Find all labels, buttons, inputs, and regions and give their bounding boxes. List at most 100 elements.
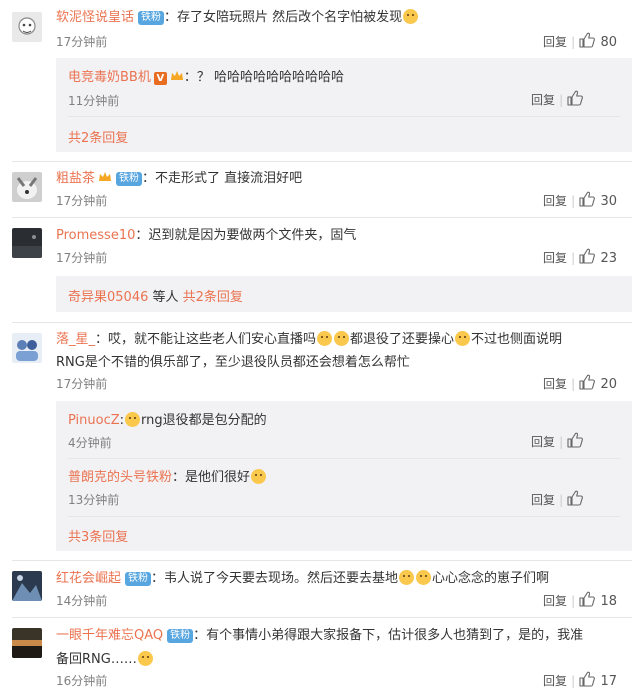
reply-user[interactable]: 奇异果05046 [68,290,148,305]
like-count: 17 [600,674,618,689]
thumbs-up-icon [579,374,596,390]
divider [68,116,620,117]
reply-button[interactable]: 回复 [543,674,567,688]
fan-badge: 铁粉 [167,629,194,643]
emoji-icon [416,570,432,585]
avatar[interactable] [12,628,42,658]
reply-button[interactable]: 回复 [543,35,567,49]
actions: 回复 | 80 [543,32,617,50]
comment-line: 一眼千年难忘QAQ 铁粉 ：有个事情小弟得跟大家报备下，估计很多人也猜到了，是的，我… [56,624,583,643]
more-replies-link[interactable]: 共3条回复 [68,526,128,545]
comment-text: ：？ 哈哈哈哈哈哈哈哈哈哈 [183,70,344,85]
reply-button[interactable]: 回复 [543,594,567,608]
like-button[interactable] [567,90,584,108]
thumbs-up-icon [579,671,596,687]
fan-badge: 铁粉 [125,572,152,586]
timestamp: 17分钟前 [56,194,108,208]
username[interactable]: 落_星_ [56,332,95,347]
divider [12,617,632,618]
like-count: 30 [600,194,618,209]
thumbs-up-icon [579,591,596,607]
like-button[interactable]: 17 [579,671,618,689]
like-button[interactable] [567,490,584,508]
username[interactable]: Promesse10 [56,228,135,243]
fan-badge: 铁粉 [116,172,143,186]
username[interactable]: 一眼千年难忘QAQ [56,628,163,643]
emoji-icon [125,412,141,427]
username[interactable]: 软泥怪说皇话 [56,10,134,25]
comment-text: ：哎，就不能让这些老人们安心直播吗 [95,332,317,347]
like-button[interactable] [567,432,584,450]
emoji-icon [399,570,415,585]
actions: 回复 | [531,432,584,450]
username[interactable]: 红花会崛起 [56,571,121,586]
fan-badge: 铁粉 [138,11,165,25]
comment-text: RNG是个不错的俱乐部了，至少退役队员都还会想着怎么帮忙 [56,355,410,370]
comment-line: 落_星_：哎，就不能让这些老人们安心直播吗 都退役了还要操心 不过也侧面说明 [56,331,563,347]
timestamp: 11分钟前 [68,94,120,108]
actions: 回复 | 18 [543,591,617,609]
comment-line: Promesse10：迟到就是因为要做两个文件夹，固气 [56,224,356,243]
reply-button[interactable]: 回复 [543,251,567,265]
emoji-icon [251,469,267,484]
like-button[interactable]: 23 [579,248,618,266]
username[interactable]: 普朗克的头号铁粉 [68,470,172,485]
like-button[interactable]: 80 [579,32,618,50]
like-button[interactable]: 18 [579,591,618,609]
timestamp: 16分钟前 [56,674,108,688]
comment-text: ：迟到就是因为要做两个文件夹，固气 [135,228,357,243]
timestamp: 17分钟前 [56,377,108,391]
reply-button[interactable]: 回复 [531,493,555,507]
emoji-icon [403,9,419,24]
reply-button[interactable]: 回复 [531,93,555,107]
comment-text: rng退役都是包分配的 [141,413,267,428]
thumbs-up-icon [567,432,584,448]
comment-text: ：韦人说了今天要去现场。然后还要去基地 [151,571,399,586]
like-count: 18 [600,594,618,609]
comment-line: 红花会崛起 铁粉 ：韦人说了今天要去现场。然后还要去基地 心心念念的崽子们啊 [56,570,550,586]
like-count: 20 [600,377,618,392]
actions: 回复 | 20 [543,374,617,392]
thumbs-up-icon [579,248,596,264]
thumbs-up-icon [567,90,584,106]
crown-icon [99,172,112,181]
username[interactable]: 电竞毒奶BB机 [68,70,151,85]
username[interactable]: 粗盐茶 [56,171,95,186]
avatar[interactable] [12,12,42,42]
like-count: 80 [600,35,618,50]
emoji-icon [317,331,333,346]
sub-comment-line: PinuocZ: rng退役都是包分配的 [68,412,267,428]
reply-button[interactable]: 回复 [531,435,555,449]
like-button[interactable]: 20 [579,374,618,392]
comment-line: 软泥怪说皇话 铁粉 ：存了女陪玩照片 然后改个名字怕被发现 [56,6,419,25]
crown-icon [170,71,183,80]
emoji-icon [137,651,153,666]
avatar[interactable] [12,333,42,363]
divider [68,458,620,459]
verified-badge: V [153,72,167,85]
more-replies-link[interactable]: 奇异果05046 等人 共2条回复 [68,286,243,305]
divider [12,322,632,323]
thumbs-up-icon [567,490,584,506]
timestamp: 13分钟前 [68,493,120,507]
avatar[interactable] [12,571,42,601]
like-button[interactable]: 30 [579,191,618,209]
thumbs-up-icon [579,191,596,207]
actions: 回复 | 17 [543,671,617,689]
divider [12,217,632,218]
username[interactable]: PinuocZ [68,413,120,428]
timestamp: 4分钟前 [68,436,112,450]
timestamp: 17分钟前 [56,35,108,49]
sub-comment-line: 电竞毒奶BB机 V ：？ 哈哈哈哈哈哈哈哈哈哈 [68,66,344,85]
reply-button[interactable]: 回复 [543,377,567,391]
comment-text: ：是他们很好 [172,470,251,485]
emoji-icon [455,331,471,346]
divider [12,161,632,162]
comment-line: 粗盐茶 铁粉 ：不走形式了 直接流泪好吧 [56,167,302,186]
more-replies-link[interactable]: 共2条回复 [68,127,128,146]
reply-button[interactable]: 回复 [543,194,567,208]
avatar[interactable] [12,172,42,202]
like-count: 23 [600,251,618,266]
timestamp: 17分钟前 [56,251,108,265]
avatar[interactable] [12,228,42,258]
